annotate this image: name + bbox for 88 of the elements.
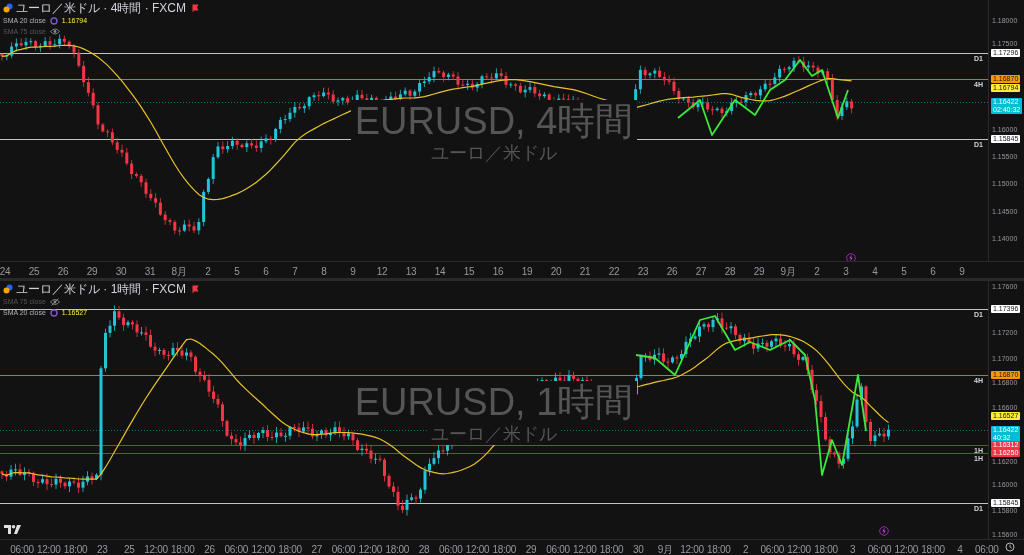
time-axis-label: 2 [742,543,749,555]
time-axis-label: 13 [405,266,417,277]
time-axis-label: 12:00 [680,543,704,555]
time-axis-label: 12:00 [465,543,490,555]
time-axis-label: 9 [350,266,356,277]
trend-line[interactable] [635,315,867,476]
lightning-icon[interactable] [846,253,856,261]
logo-icon[interactable] [4,525,21,534]
time-axis-label: 06:00 [224,543,249,555]
time-axis-label: 06:00 [331,543,356,555]
time-axis-label: 18:00 [706,543,731,555]
clock-icon[interactable] [1005,542,1015,552]
symbol-watermark: EURUSD, 4時間 [350,100,638,142]
time-axis-label: 28 [724,266,736,277]
time-axis-label: 14 [434,266,446,277]
time-axis-label: 4 [957,543,963,555]
time-axis-label: 7 [292,266,298,277]
time-axis-label: 06:00 [10,543,34,555]
time-axis-label: 18:00 [385,543,409,555]
time-axis-label: 06:00 [760,543,785,555]
time-axis-label: 12:00 [144,543,168,555]
time-axis-label: 9月 [780,266,796,277]
time-axis-label: 12:00 [572,543,597,555]
time-axis-label: 3 [843,266,849,277]
time-axis-label: 30 [633,543,644,555]
time-axis-label: 18:00 [278,543,302,555]
time-axis-label: 5 [901,266,907,277]
time-axis-label: 12:00 [251,543,275,555]
time-axis-label: 15 [463,266,475,277]
time-axis-label: 9 [959,266,965,277]
time-axis-label: 29 [753,266,765,277]
time-axis-label: 29 [86,266,98,277]
time-axis-label: 18:00 [171,543,195,555]
time-axis-label: 27 [311,543,322,555]
time-axis-label: 06:00 [546,543,570,555]
time-axis-label: 6 [930,266,936,277]
time-axis-label: 29 [525,543,537,555]
time-axis-label: 12:00 [37,543,61,555]
time-axis-label: 28 [418,543,430,555]
time-axis-label: 23 [637,266,649,277]
eye-slash-icon[interactable] [49,297,60,306]
time-axis-label: 2 [814,266,820,277]
time-axis-label: 23 [97,543,108,555]
time-axis-label: 06:00 [438,543,463,555]
time-axis-label: 26 [204,543,215,555]
time-axis-label: 31 [144,266,156,277]
time-axis-label: 18:00 [599,543,624,555]
symbol-icon [3,284,13,294]
time-axis-label: 3 [850,543,856,555]
time-axis-label: 16 [492,266,504,277]
time-axis-label: 6 [263,266,269,277]
description-watermark: ユーロ／米ドル [427,423,561,445]
time-axis-label: 26 [666,266,678,277]
time-axis-label: 8 [321,266,327,277]
time-axis-label: 18:00 [63,543,88,555]
time-axis-label: 20 [550,266,562,277]
time-axis-label: 25 [28,266,40,277]
flag-icon[interactable] [192,285,199,293]
time-axis-label: 18:00 [492,543,517,555]
flag-icon[interactable] [192,4,199,12]
time-axis-label: 12:00 [358,543,383,555]
time-axis-label: 25 [123,543,135,555]
time-axis-label: 06:00 [974,543,999,555]
time-axis-label: 9月 [657,543,673,555]
time-axis-label: 24 [0,266,11,277]
time-axis-label: 18:00 [814,543,838,555]
time-axis-label: 06:00 [867,543,892,555]
time-axis-label: 21 [579,266,591,277]
time-axis-label: 4 [872,266,878,277]
time-axis-label: 8月 [171,266,187,277]
eye-icon[interactable] [49,28,60,35]
circle-icon[interactable] [49,308,58,317]
chart-title[interactable]: ユーロ／米ドル · 4時間 · FXCM [16,0,186,17]
time-axis-label: 22 [608,266,620,277]
time-axis-label: 27 [695,266,707,277]
trend-line[interactable] [677,59,849,136]
lightning-icon[interactable] [879,526,889,536]
time-axis-label: 30 [115,266,127,277]
time-axis-label: 12:00 [894,543,919,555]
time-axis-label: 12:00 [787,543,811,555]
time-axis-label: 2 [205,266,211,277]
time-axis-label: 5 [234,266,240,277]
time-axis-label: 12 [376,266,388,277]
time-axis-label: 26 [57,266,69,277]
symbol-icon [3,3,13,13]
time-axis-label: 19 [521,266,533,277]
time-axis-label: 18:00 [921,543,945,555]
chart-title[interactable]: ユーロ／米ドル · 1時間 · FXCM [16,281,186,298]
